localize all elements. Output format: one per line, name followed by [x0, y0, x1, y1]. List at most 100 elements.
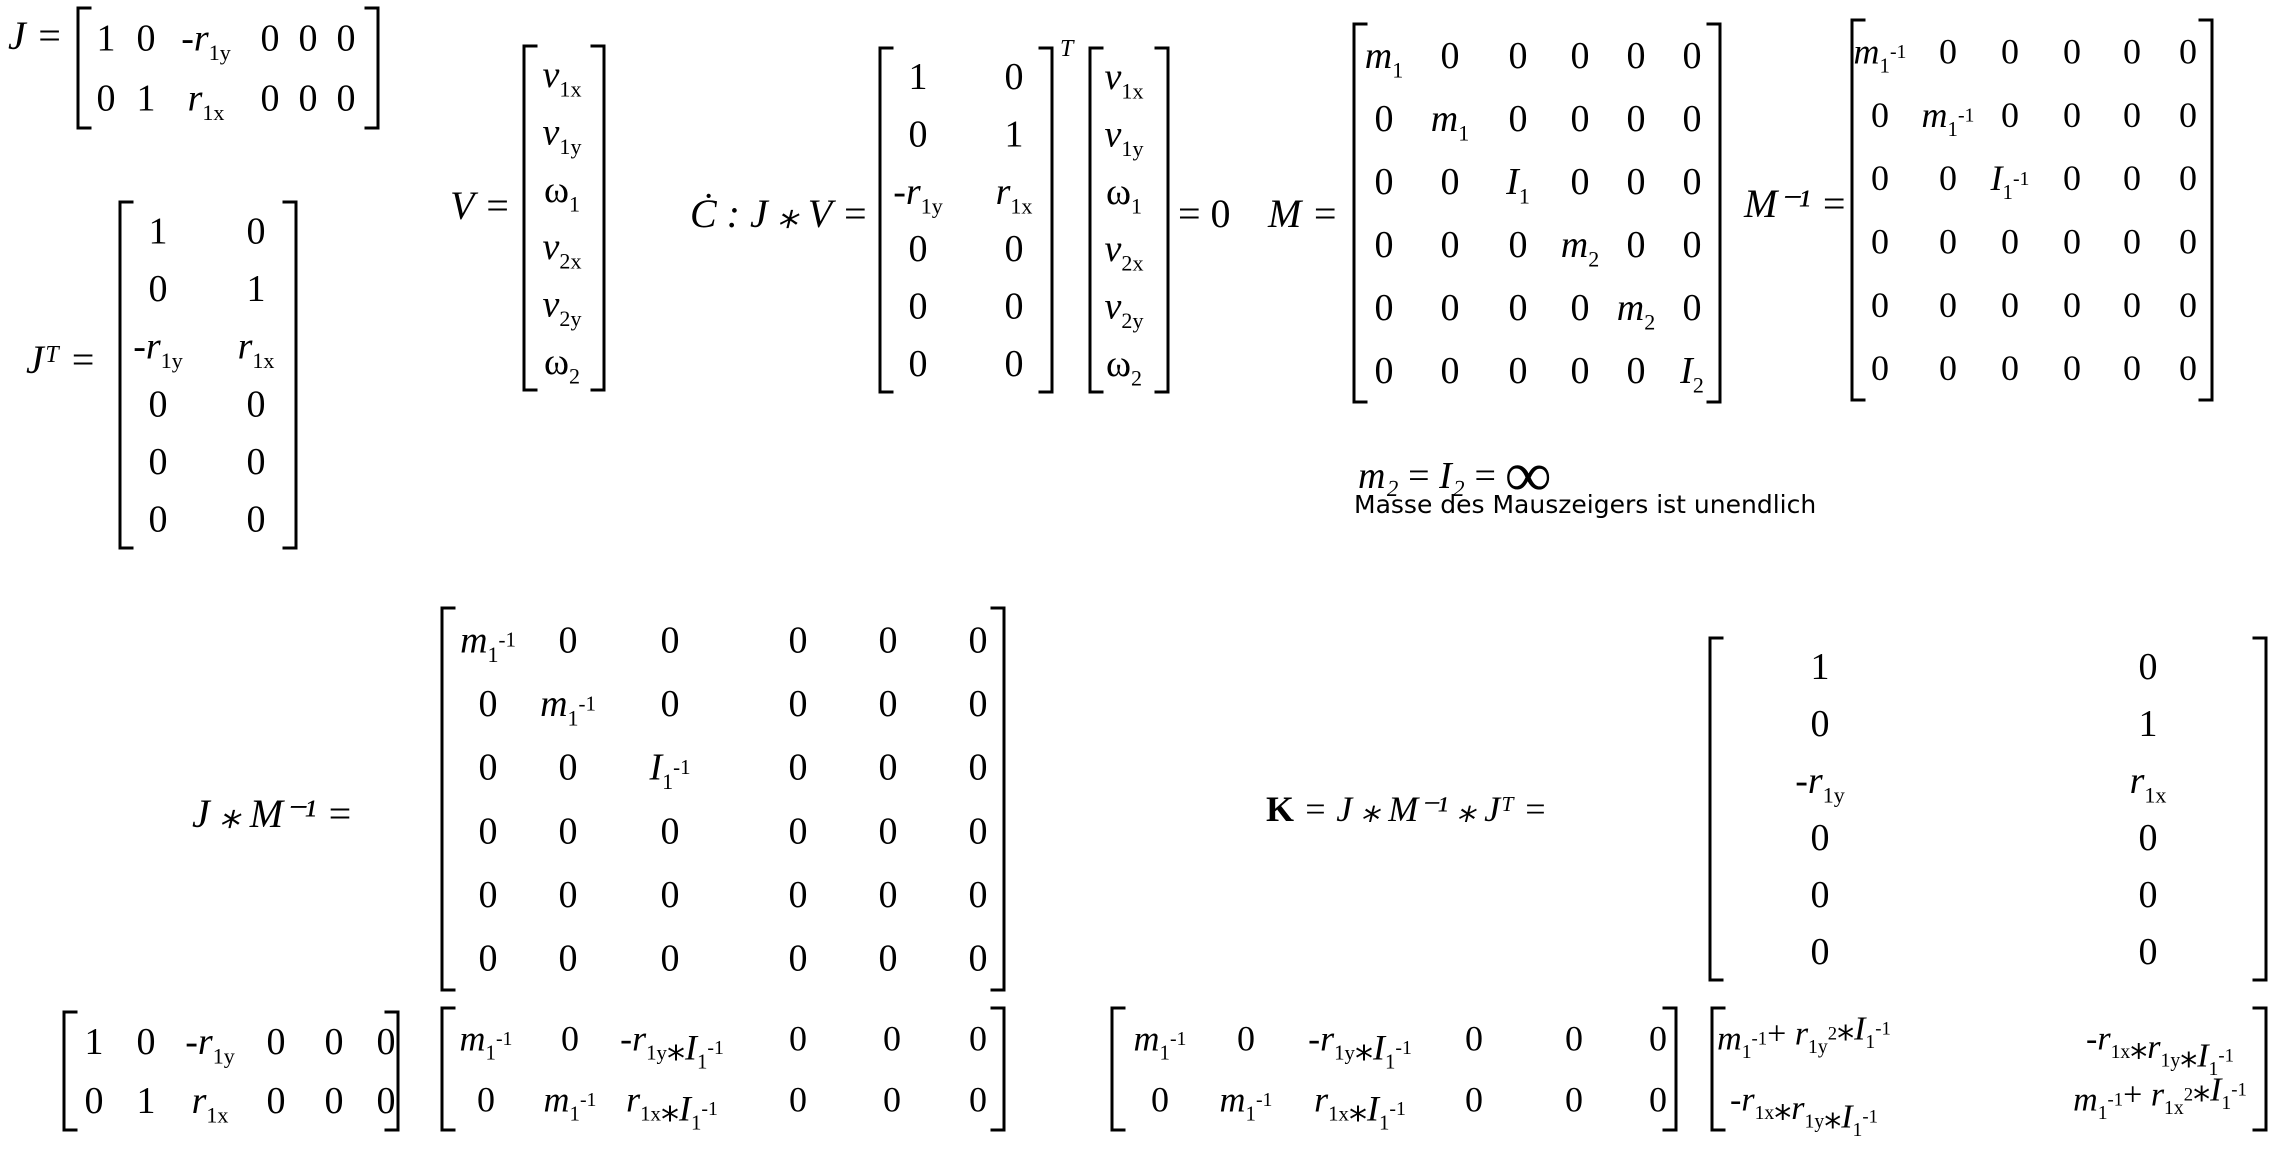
- matrix-JMres-left-bracket: [440, 1006, 456, 1132]
- matrix-Minv-cell: 0: [2001, 32, 2019, 72]
- matrix-Minv2-cell: 0: [661, 810, 680, 852]
- matrix-V-left-bracket: [522, 44, 538, 392]
- matrix-Minv-cell: 0: [2123, 158, 2141, 198]
- matrix-Minv2-cell: 0: [789, 683, 808, 725]
- matrix-JT2-cell: r1x: [2130, 760, 2167, 808]
- matrix-J3-cell: 0: [137, 1021, 156, 1063]
- matrix-Minv-cell: I1-1: [1990, 158, 2030, 204]
- matrix-Minv2-cell: 0: [479, 938, 498, 980]
- matrix-Minv-cell: 0: [2123, 348, 2141, 388]
- matrix-V-cell: v2x: [543, 226, 582, 274]
- matrix-Minv2-cell: 0: [789, 874, 808, 916]
- label-J: J =: [8, 13, 63, 58]
- matrix-Minv-cell: 0: [2123, 222, 2141, 262]
- matrix-M-cell: 0: [1627, 98, 1646, 140]
- matrix-M-cell: 0: [1375, 287, 1394, 329]
- matrix-J-cell: 0: [261, 78, 280, 120]
- matrix-Minv-cell: 0: [2179, 32, 2197, 72]
- matrix-JT-cell: 0: [149, 383, 168, 425]
- matrix-Minv-cell: 0: [1871, 158, 1889, 198]
- matrix-M-cell: 0: [1441, 35, 1460, 77]
- label-C-prefix: Ċ : J ⁎ V =: [690, 191, 869, 236]
- matrix-JT2-cell: 0: [1811, 874, 1830, 916]
- matrix-C-cell: 0: [1005, 56, 1024, 98]
- matrix-JMres-cell: r1x⁎I1-1: [626, 1079, 718, 1134]
- matrix-Minv2-cell: 0: [661, 683, 680, 725]
- label-Minv: M⁻¹ =: [1744, 181, 1848, 226]
- matrix-JT-cell: 1: [149, 210, 168, 252]
- matrix-CV-cell: ω2: [1106, 343, 1142, 391]
- matrix-Kres-cell: -r1x⁎r1y⁎I1-1: [1730, 1082, 1878, 1142]
- matrix-JMres-right-bracket: [990, 1006, 1006, 1132]
- matrix-M-cell: 0: [1683, 287, 1702, 329]
- matrix-J-cell: 0: [299, 18, 318, 60]
- matrix-Minv-cell: 0: [2179, 222, 2197, 262]
- matrix-M-cell: 0: [1375, 224, 1394, 266]
- matrix-M-cell: 0: [1571, 35, 1590, 77]
- matrix-Minv2-cell: 0: [879, 810, 898, 852]
- matrix-Minv2-cell: 0: [789, 619, 808, 661]
- matrix-M-cell: 0: [1509, 35, 1528, 77]
- matrix-Minv2-cell: 0: [559, 874, 578, 916]
- matrix-J-cell: 0: [97, 78, 116, 120]
- equation-canvas: 1 0 -r1y 0 0 00 1 r1x 0 0 01 00 1-r1y r1x0 00 00 0v1xv1y…: [62, 6, 2268, 1142]
- matrix-Minv-cell: 0: [1939, 32, 1957, 72]
- matrix-J3-cell: 0: [325, 1080, 344, 1122]
- matrix-CV-cell: v1y: [1105, 114, 1144, 162]
- matrix-M-cell: I2: [1679, 350, 1704, 398]
- matrix-Minv2-cell: 0: [479, 747, 498, 789]
- matrix-J3-cell: r1x: [192, 1080, 229, 1128]
- matrix-Minv2-cell: 0: [879, 683, 898, 725]
- matrix-C-cell: 0: [909, 343, 928, 385]
- matrix-M-cell: 0: [1571, 287, 1590, 329]
- matrix-Kres-cell: m1-1+ r1x2⁎I1-1: [2073, 1072, 2247, 1125]
- matrix-JMres-cell: 0: [477, 1079, 495, 1119]
- matrix-Minv-cell: 0: [1939, 222, 1957, 262]
- matrix-M-cell: 0: [1627, 350, 1646, 392]
- matrix-JT2-left-bracket: [1708, 636, 1724, 982]
- matrix-Minv-cell: 0: [2001, 222, 2019, 262]
- matrix-JMres-cell: m1-1: [544, 1079, 597, 1125]
- matrix-J3-cell: 0: [325, 1021, 344, 1063]
- matrix-Minv2-cell: 0: [559, 619, 578, 661]
- matrix-JMres2-cell: 0: [1465, 1018, 1483, 1058]
- matrix-Minv-cell: 0: [2063, 32, 2081, 72]
- matrix-M-cell: I1: [1505, 161, 1530, 209]
- matrix-JMres2-cell: 0: [1565, 1018, 1583, 1058]
- matrix-Minv2-left-bracket: [440, 606, 456, 992]
- matrix-M-cell: m2: [1561, 224, 1599, 272]
- matrix-Minv2-cell: 0: [879, 619, 898, 661]
- matrix-V-cell: v1y: [543, 112, 582, 160]
- matrix-CV-left-bracket: [1088, 46, 1104, 394]
- matrix-Minv-cell: 0: [2123, 95, 2141, 135]
- matrix-JT-right-bracket: [282, 200, 298, 550]
- matrix-C-cell: 0: [909, 114, 928, 156]
- matrix-J-left-bracket: [76, 6, 92, 130]
- matrix-Minv-left-bracket: [1850, 18, 1866, 402]
- matrix-M-cell: 0: [1683, 35, 1702, 77]
- matrix-JMres-cell: -r1y⁎I1-1: [620, 1018, 724, 1073]
- matrix-Minv-cell: m1-1: [1854, 32, 1907, 78]
- matrix-Minv2-cell: 0: [479, 810, 498, 852]
- matrix-Minv2-cell: 0: [559, 747, 578, 789]
- matrix-M-cell: 0: [1375, 98, 1394, 140]
- matrix-J-cell: -r1y: [181, 18, 230, 66]
- matrix-Minv2-cell: 0: [479, 683, 498, 725]
- matrix-Minv-cell: 0: [1871, 348, 1889, 388]
- matrix-JT2-cell: 0: [2139, 646, 2158, 688]
- matrix-JT-cell: 0: [149, 268, 168, 310]
- matrix-JT2-cell: 0: [1811, 703, 1830, 745]
- matrix-JMres2-cell: 0: [1649, 1079, 1667, 1119]
- matrix-JT-cell: 0: [149, 441, 168, 483]
- matrix-JT2-cell: 0: [2139, 817, 2158, 859]
- matrix-M-cell: 0: [1571, 98, 1590, 140]
- matrix-JMres-cell: 0: [789, 1018, 807, 1058]
- matrix-Minv-cell: 0: [2063, 348, 2081, 388]
- label-C-T: T: [1060, 36, 1074, 62]
- matrix-Minv-cell: 0: [1871, 95, 1889, 135]
- matrix-M-cell: m1: [1365, 35, 1403, 83]
- matrix-JT2-cell: -r1y: [1795, 760, 1844, 808]
- matrix-Minv-cell: 0: [2179, 348, 2197, 388]
- matrix-Minv2-cell: 0: [879, 747, 898, 789]
- matrix-M-cell: 0: [1571, 161, 1590, 203]
